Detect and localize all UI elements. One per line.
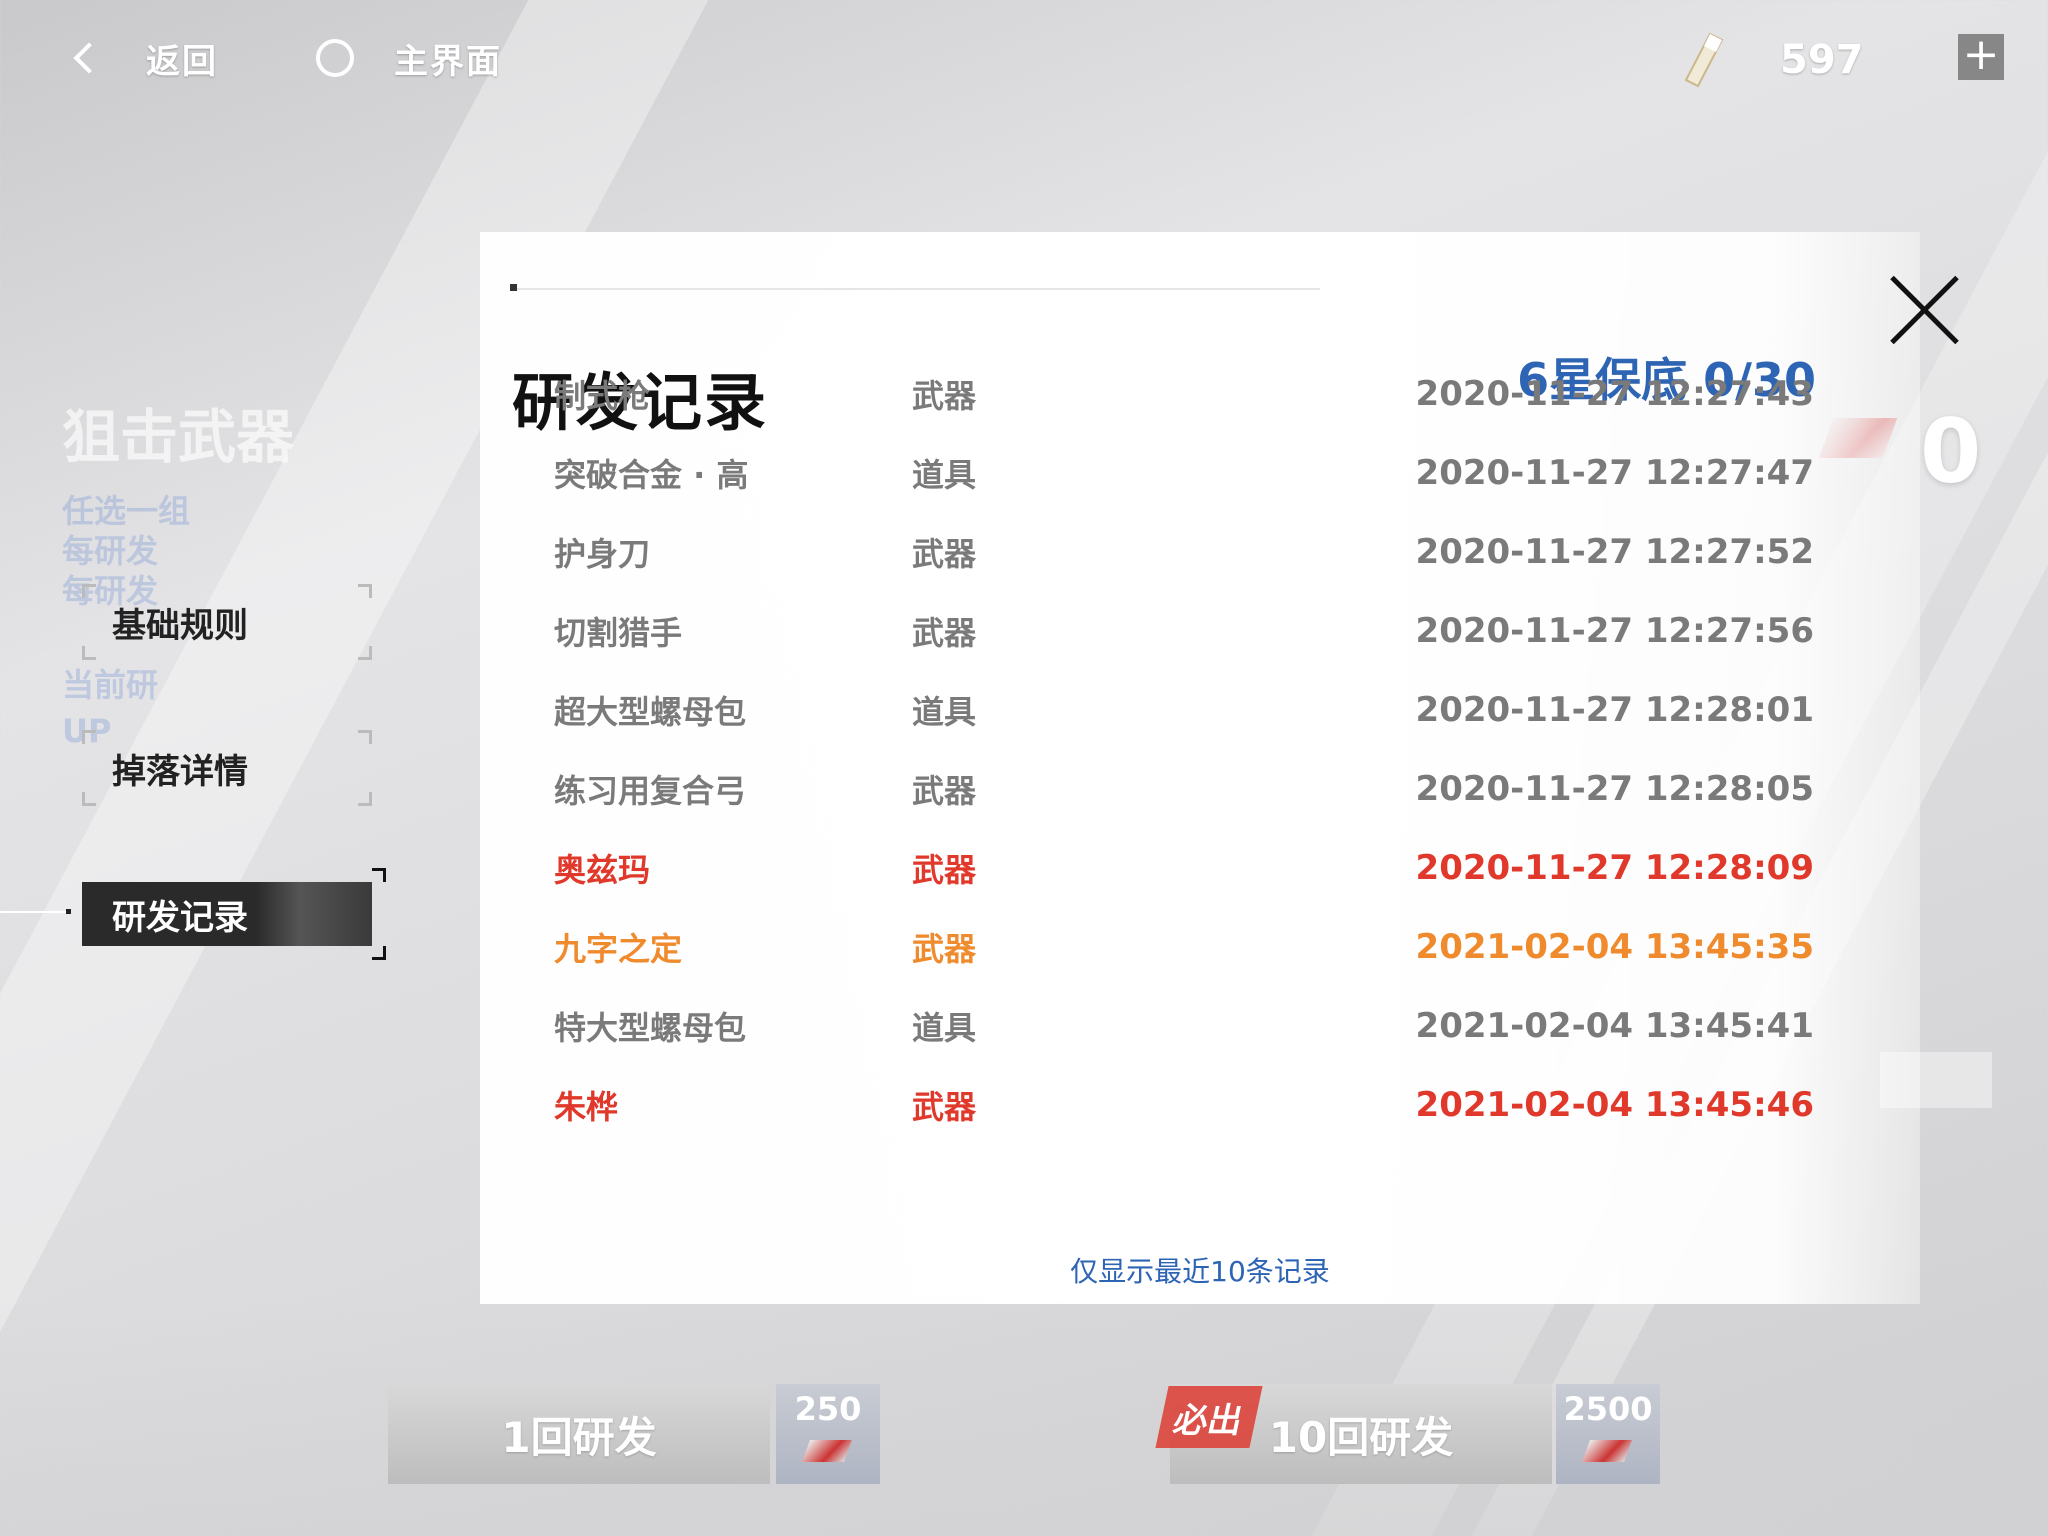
item-type: 道具 [912,456,977,494]
draw-time: 2021-02-04 13:45:46 [1415,1085,1814,1125]
item-name: 奥兹玛 [554,851,651,889]
item-name: 练习用复合弓 [554,772,747,810]
history-row: 突破合金 · 高 道具 2020-11-27 12:27:47 [480,443,1920,503]
background-text: 当前研 [62,666,159,704]
history-row: 切割猎手 武器 2020-11-27 12:27:56 [480,601,1920,661]
draw-time: 2020-11-27 12:27:56 [1415,611,1814,651]
item-type: 武器 [912,614,977,652]
menu-item-drop-details[interactable]: 掉落详情 [82,730,372,806]
history-row: 制式枪 武器 2020-11-27 12:27:43 [480,364,1920,424]
item-type: 道具 [912,693,977,731]
history-row: 特大型螺母包 道具 2021-02-04 13:45:41 [480,996,1920,1056]
side-count: 0 [1920,400,1982,503]
ticket-icon [801,1440,853,1462]
ten-draw-cost: 2500 [1556,1384,1660,1484]
draw-time: 2020-11-27 12:27:43 [1415,374,1814,414]
bottom-shade [0,1300,2048,1536]
menu-item-draw-history[interactable]: 研发记录 [82,868,386,960]
draw-time: 2020-11-27 12:28:01 [1415,690,1814,730]
item-type: 武器 [912,772,977,810]
menu-item-label: 基础规则 [112,605,248,646]
item-name: 九字之定 [554,930,683,968]
item-name: 超大型螺母包 [554,693,747,731]
panel-divider [510,288,1320,290]
item-type: 武器 [912,377,977,415]
chevron-left-icon [73,42,105,74]
cost-value: 250 [794,1390,862,1428]
history-row: 朱桦 武器 2021-02-04 13:45:46 [480,1075,1920,1135]
item-type: 武器 [912,930,977,968]
single-draw-button[interactable]: 1回研发 [388,1384,770,1484]
history-row: 护身刀 武器 2020-11-27 12:27:52 [480,522,1920,582]
draw-time: 2020-11-27 12:27:47 [1415,453,1814,493]
active-indicator-line [0,911,66,913]
item-name: 护身刀 [554,535,651,573]
records-footnote: 仅显示最近10条记录 [1070,1255,1330,1288]
single-draw-cost: 250 [776,1384,880,1484]
single-draw-label: 1回研发 [501,1412,657,1462]
crystal-currency-icon [1684,32,1724,88]
draw-time: 2021-02-04 13:45:41 [1415,1006,1814,1046]
panel-divider-dot [510,284,517,291]
item-name: 突破合金 · 高 [554,456,749,494]
back-button[interactable]: 返回 [70,30,218,86]
item-type: 武器 [912,851,977,889]
add-currency-button[interactable]: + [1958,33,2004,80]
top-bar: 返回 主界面 597 + [0,0,2048,120]
item-name: 切割猎手 [554,614,683,652]
history-row: 奥兹玛 武器 2020-11-27 12:28:09 [480,838,1920,898]
draw-history-panel: 研发记录 6星保底 0/30 制式枪 武器 2020-11-27 12:27:4… [480,232,1920,1304]
background-banner-title: 狙击武器 [62,403,295,471]
home-button[interactable]: 主界面 [316,30,502,86]
ticket-icon [1581,1440,1633,1462]
draw-time: 2021-02-04 13:45:35 [1415,927,1814,967]
currency-value: 597 [1780,37,1864,83]
history-row: 九字之定 武器 2021-02-04 13:45:35 [480,917,1920,977]
item-name: 制式枪 [554,377,651,415]
item-type: 武器 [912,535,977,573]
menu-item-label: 掉落详情 [112,751,248,792]
guarantee-badge: 必出 [1155,1386,1263,1448]
history-row: 超大型螺母包 道具 2020-11-27 12:28:01 [480,680,1920,740]
ten-draw-label: 10回研发 [1268,1412,1454,1462]
item-type: 武器 [912,1088,977,1126]
active-indicator-dot [66,909,71,914]
item-type: 道具 [912,1009,977,1047]
item-name: 朱桦 [554,1088,619,1126]
item-name: 特大型螺母包 [554,1009,747,1047]
draw-time: 2020-11-27 12:28:09 [1415,848,1814,888]
menu-item-basic-rules[interactable]: 基础规则 [82,584,372,660]
draw-time: 2020-11-27 12:27:52 [1415,532,1814,572]
currency-display: 597 [1680,24,1900,96]
close-button[interactable] [1884,268,1966,350]
cost-value: 2500 [1563,1390,1653,1428]
back-label: 返回 [146,41,218,82]
menu-item-label: 研发记录 [112,897,248,938]
home-ring-icon [316,39,354,77]
draw-time: 2020-11-27 12:28:05 [1415,769,1814,809]
history-row: 练习用复合弓 武器 2020-11-27 12:28:05 [480,759,1920,819]
home-label: 主界面 [394,41,502,82]
